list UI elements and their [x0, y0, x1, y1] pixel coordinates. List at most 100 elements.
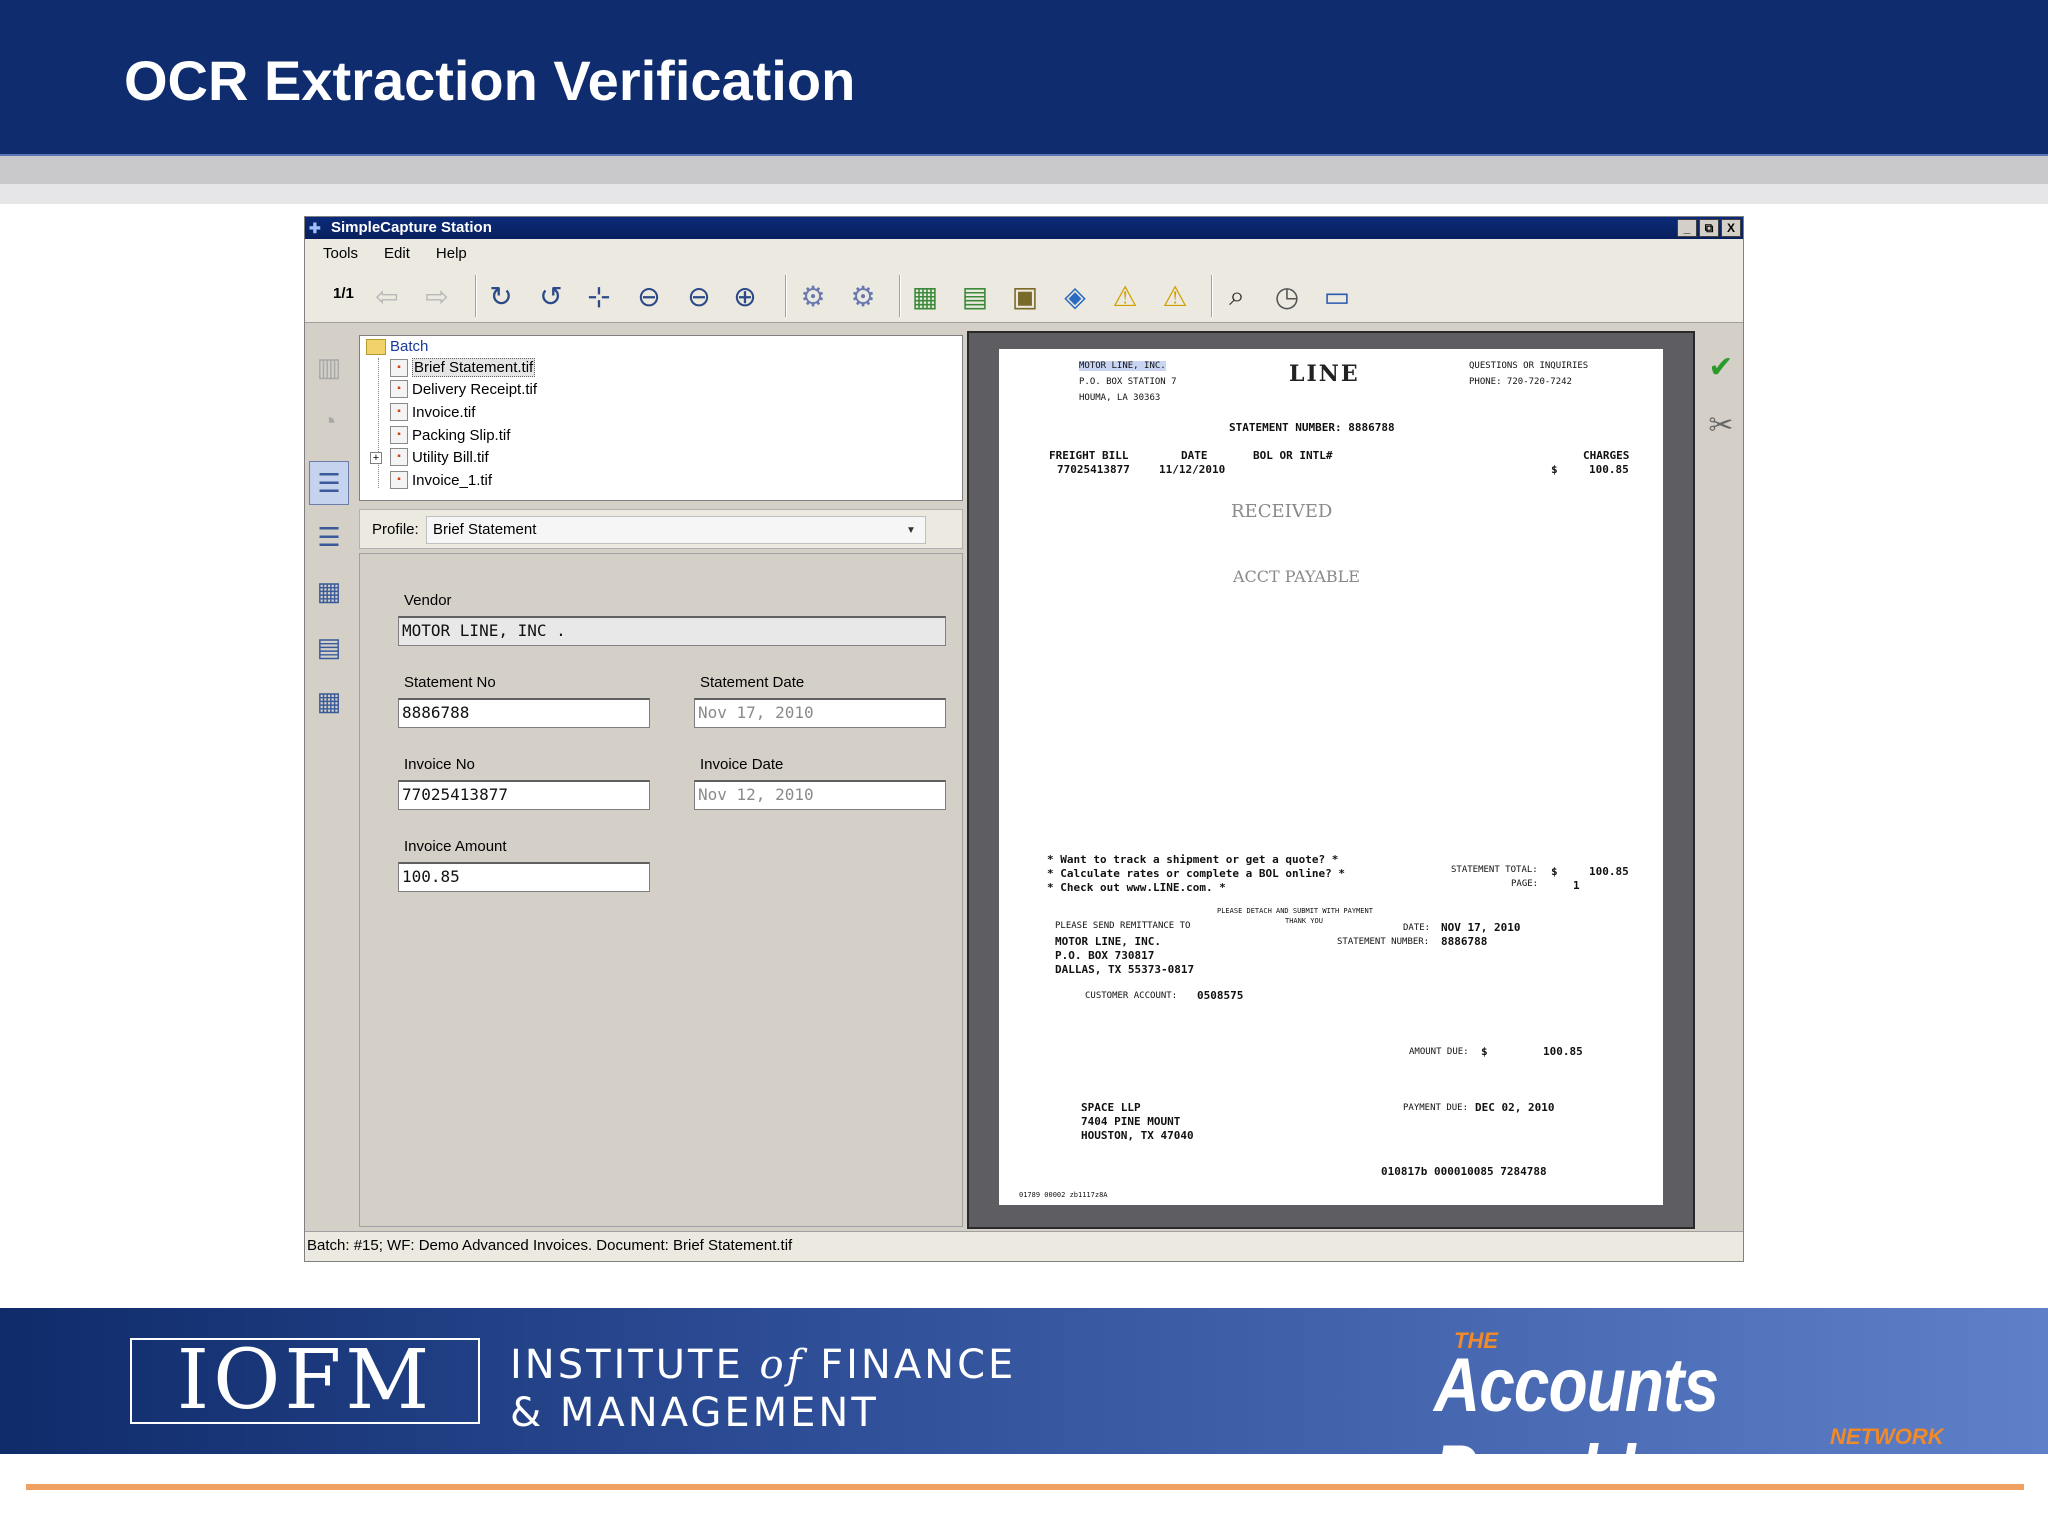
acct-stamp: ACCT PAYABLE — [1233, 567, 1360, 586]
history-icon[interactable]: ◷ — [1267, 275, 1307, 317]
doc-col-date: DATE — [1181, 449, 1208, 462]
rotate-ccw-icon[interactable]: ↺ — [531, 275, 571, 317]
profile-label: Profile: — [372, 521, 419, 538]
header-band-light — [0, 184, 2048, 204]
tree-item-invoice[interactable]: ▪ Invoice.tif — [390, 403, 475, 421]
next-page-icon[interactable]: ⇨ — [417, 275, 457, 317]
invoice-amount-field[interactable]: 100.85 — [398, 862, 650, 892]
save-icon[interactable]: ▭ — [1317, 275, 1357, 317]
doc-date-label: DATE: — [1403, 923, 1431, 933]
scanned-document: MOTOR LINE, INC. P.O. BOX STATION 7 HOUM… — [999, 349, 1663, 1205]
footer-accent-line — [26, 1484, 2024, 1490]
tree-item-delivery-receipt[interactable]: ▪ Delivery Receipt.tif — [390, 380, 537, 398]
minimize-button[interactable]: _ — [1677, 219, 1697, 237]
folder-icon — [366, 338, 386, 355]
fit-page-icon[interactable]: ⊹ — [579, 275, 619, 317]
header-band — [0, 156, 2048, 184]
table-view-icon[interactable]: ☰ — [309, 515, 349, 559]
workflow-icon[interactable]: ▦ — [905, 275, 945, 317]
form-view-icon[interactable]: ☰ — [309, 461, 349, 505]
statement-no-field[interactable]: 8886788 — [398, 698, 650, 728]
index-form: Vendor MOTOR LINE, INC . Statement No 88… — [359, 553, 963, 1227]
tools-icon[interactable]: ✂ — [1701, 403, 1741, 447]
menu-tools[interactable]: Tools — [323, 245, 358, 262]
page-counter: 1/1 — [333, 285, 354, 302]
clock-page-icon[interactable]: ◔ — [309, 399, 349, 443]
restore-button[interactable]: ⧉ — [1699, 219, 1719, 237]
doc-stmt-total-label: STATEMENT TOTAL: — [1451, 865, 1538, 875]
tree-item-invoice-1[interactable]: ▪ Invoice_1.tif — [390, 471, 492, 489]
tree-item-label: Delivery Receipt.tif — [412, 380, 538, 398]
add-page-icon[interactable]: ▥ — [309, 345, 349, 389]
doc-statement-number: STATEMENT NUMBER: 8886788 — [1229, 421, 1395, 434]
scan-settings-icon[interactable]: ⚙ — [793, 275, 833, 317]
toolbar-separator — [1211, 275, 1213, 317]
doc-cust-acct-value: 0508575 — [1197, 989, 1244, 1002]
tif-file-icon: ▪ — [390, 426, 408, 444]
view-doc-icon[interactable]: ▣ — [1005, 275, 1045, 317]
expand-icon[interactable]: + — [370, 452, 382, 464]
prev-page-icon[interactable]: ⇦ — [367, 275, 407, 317]
find-icon[interactable]: ⌕ — [1217, 275, 1257, 317]
slide-header: OCR Extraction Verification — [0, 0, 2048, 156]
doc-stmt-num-label: STATEMENT NUMBER: — [1337, 937, 1430, 947]
image-viewer[interactable]: MOTOR LINE, INC. P.O. BOX STATION 7 HOUM… — [967, 331, 1695, 1229]
doc-col-freight: FREIGHT BILL — [1049, 449, 1129, 462]
tree-item-label: Invoice.tif — [412, 403, 476, 421]
invoice-date-label: Invoice Date — [700, 756, 784, 773]
approve-check-icon[interactable]: ✔ — [1701, 345, 1741, 389]
tree-item-brief-statement[interactable]: ▪ Brief Statement.tif — [390, 358, 536, 377]
tif-file-icon: ▪ — [390, 471, 408, 489]
fit-width-icon[interactable]: ⊖ — [629, 275, 669, 317]
statement-date-field[interactable]: Nov 17, 2010 — [694, 698, 946, 728]
doc-dollar-3: $ — [1481, 1045, 1488, 1058]
app-window: ✚ SimpleCapture Station _ ⧉ X Tools Edit… — [304, 216, 1744, 1262]
vendor-field[interactable]: MOTOR LINE, INC . — [398, 616, 946, 646]
institute-of: of — [759, 1342, 805, 1388]
doc-date-value: NOV 17, 2010 — [1441, 921, 1521, 934]
warning-alt-icon[interactable]: ⚠ — [1155, 275, 1195, 317]
list-view-icon[interactable]: ▤ — [309, 625, 349, 669]
doc-freight-bill: 77025413877 — [1057, 463, 1130, 476]
received-stamp: RECEIVED — [1231, 501, 1333, 522]
zoom-out-icon[interactable]: ⊖ — [679, 275, 719, 317]
tif-file-icon: ▪ — [390, 358, 408, 377]
doc-po-box: P.O. BOX STATION 7 — [1079, 377, 1177, 387]
report-view-icon[interactable]: ▦ — [309, 679, 349, 723]
close-button[interactable]: X — [1721, 219, 1741, 237]
toolbar: 1/1 ⇦ ⇨ ↻ ↺ ⊹ ⊖ ⊖ ⊕ ⚙ ⚙ ▦ ▤ ▣ ◈ ⚠ ⚠ ⌕ ◷ … — [305, 267, 1743, 323]
tree-item-label: Brief Statement.tif — [412, 358, 536, 377]
menu-edit[interactable]: Edit — [384, 245, 410, 262]
invoice-date-field[interactable]: Nov 12, 2010 — [694, 780, 946, 810]
doc-col-bol: BOL OR INTL# — [1253, 449, 1333, 462]
split-icon[interactable]: ▤ — [955, 275, 995, 317]
doc-remit-name: MOTOR LINE, INC. — [1055, 935, 1161, 948]
rotate-cw-icon[interactable]: ↻ — [481, 275, 521, 317]
profile-select[interactable]: Brief Statement ▼ — [426, 516, 926, 544]
ap-network-word: NETWORK — [1830, 1424, 1944, 1449]
tree-item-label: Invoice_1.tif — [412, 471, 493, 489]
tree-root[interactable]: Batch — [366, 338, 428, 355]
zoom-in-icon[interactable]: ⊕ — [725, 275, 765, 317]
doc-page-value: 1 — [1573, 879, 1580, 892]
grid-view-icon[interactable]: ▦ — [309, 569, 349, 613]
review-icon[interactable]: ◈ — [1055, 275, 1095, 317]
doc-remit-po: P.O. BOX 730817 — [1055, 949, 1155, 962]
chevron-down-icon[interactable]: ▼ — [903, 521, 919, 541]
doc-promo-2: * Calculate rates or complete a BOL onli… — [1047, 867, 1346, 880]
toolbar-separator — [785, 275, 787, 317]
invoice-no-field[interactable]: 77025413877 — [398, 780, 650, 810]
tree-item-packing-slip[interactable]: ▪ Packing Slip.tif — [390, 426, 510, 444]
toolbar-separator — [899, 275, 901, 317]
menu-help[interactable]: Help — [436, 245, 467, 262]
doc-payment-due-value: DEC 02, 2010 — [1475, 1101, 1555, 1114]
doc-page-label: PAGE: — [1511, 879, 1539, 889]
statement-date-label: Statement Date — [700, 674, 805, 691]
scan-batch-icon[interactable]: ⚙ — [843, 275, 883, 317]
batch-tree: Batch ▪ Brief Statement.tif ▪ Delivery R… — [359, 335, 963, 501]
status-bar: Batch: #15; WF: Demo Advanced Invoices. … — [305, 1231, 1743, 1261]
doc-amount-due-value: 100.85 — [1543, 1045, 1583, 1058]
tree-item-utility-bill[interactable]: ▪ Utility Bill.tif — [390, 448, 489, 466]
left-tool-strip: ▥ ◔ ☰ ☰ ▦ ▤ ▦ — [305, 335, 353, 961]
warning-icon[interactable]: ⚠ — [1105, 275, 1145, 317]
